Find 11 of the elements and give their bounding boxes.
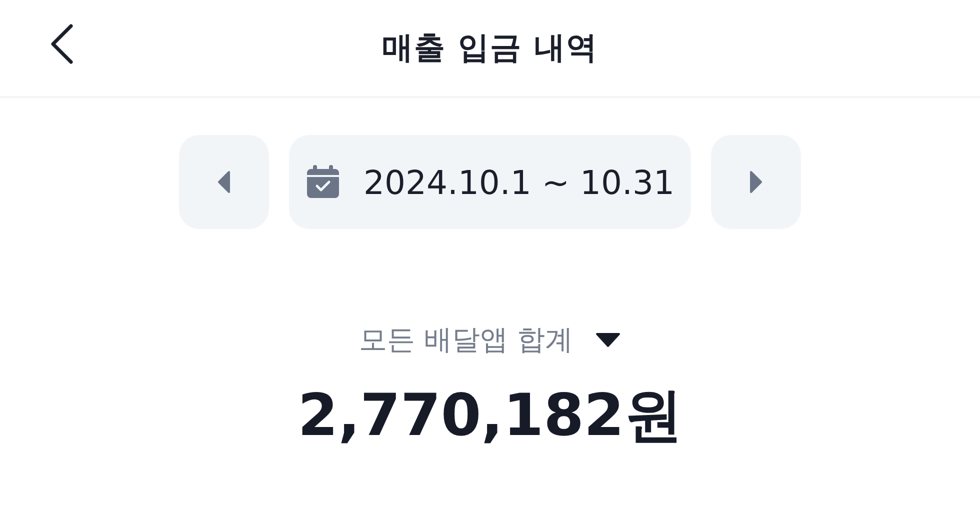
app-filter-dropdown[interactable]: 모든 배달앱 합계: [359, 321, 621, 359]
total-amount: 2,770,182원: [298, 380, 682, 451]
triangle-right-icon: [749, 170, 763, 194]
triangle-left-icon: [217, 170, 231, 194]
back-icon: [49, 23, 75, 65]
previous-period-button[interactable]: [179, 135, 269, 229]
date-range-button[interactable]: 2024.10.1 ~ 10.31: [289, 135, 691, 229]
page-title: 매출 입금 내역: [382, 29, 598, 68]
next-period-button[interactable]: [711, 135, 801, 229]
caret-icon: [594, 332, 621, 348]
calendar-icon: [305, 164, 342, 200]
